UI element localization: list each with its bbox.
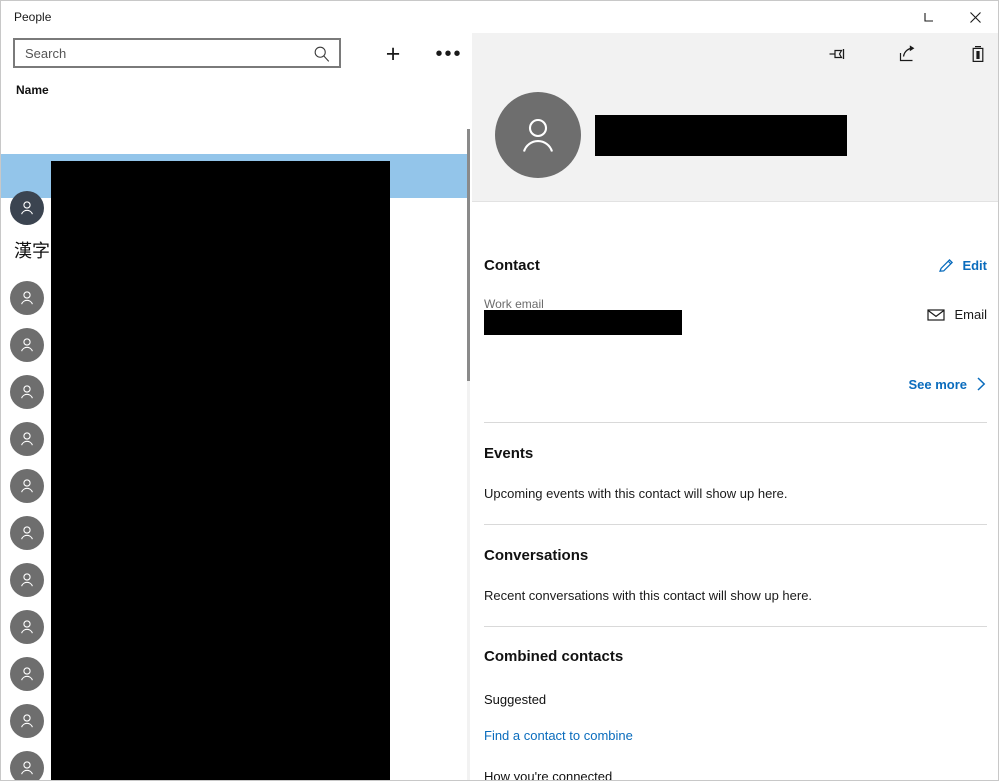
work-email-label: Work email	[484, 297, 544, 311]
section-title-contact: Contact	[484, 257, 540, 274]
person-icon	[21, 667, 33, 681]
avatar	[10, 328, 44, 362]
search-icon	[314, 46, 330, 62]
redaction-overlay-contact-name	[595, 115, 847, 156]
detail-body: Contact Edit Work email Email See more E…	[472, 202, 998, 781]
avatar	[10, 751, 44, 780]
ellipsis-icon: •••	[435, 43, 463, 65]
group-header-kanji[interactable]: 漢字	[14, 241, 50, 263]
see-more-button[interactable]: See more	[908, 376, 987, 392]
delete-button[interactable]	[963, 39, 993, 69]
contacts-scrollbar-thumb[interactable]	[467, 129, 470, 381]
person-icon	[522, 118, 554, 152]
search-input[interactable]	[15, 41, 305, 65]
close-icon	[969, 11, 981, 23]
minimize-icon	[923, 12, 933, 22]
avatar	[10, 704, 44, 738]
avatar	[10, 281, 44, 315]
avatar	[10, 516, 44, 550]
section-title-combined-contacts: Combined contacts	[484, 648, 624, 665]
person-icon	[21, 479, 33, 493]
email-action-label: Email	[954, 307, 987, 322]
detail-header	[472, 33, 998, 202]
suggested-label: Suggested	[484, 692, 547, 707]
divider	[484, 422, 987, 423]
person-icon	[21, 714, 33, 728]
caption-button-group	[906, 1, 998, 33]
person-icon	[21, 526, 33, 540]
contact-avatar-large	[495, 92, 581, 178]
envelope-icon	[927, 308, 946, 321]
person-icon	[21, 761, 33, 775]
person-icon	[21, 201, 33, 215]
avatar	[10, 657, 44, 691]
list-toolbar: + •••	[1, 33, 471, 73]
trash-icon	[972, 46, 984, 63]
avatar	[10, 422, 44, 456]
more-options-button[interactable]: •••	[429, 41, 469, 67]
detail-toolbar	[823, 39, 993, 69]
avatar	[10, 563, 44, 597]
divider	[484, 524, 987, 525]
how-connected-title: How you're connected	[484, 769, 613, 781]
person-icon	[21, 291, 33, 305]
share-button[interactable]	[893, 39, 923, 69]
person-icon	[21, 385, 33, 399]
chevron-right-icon	[977, 377, 986, 391]
section-title-conversations: Conversations	[484, 547, 589, 564]
name-column-header: Name	[16, 83, 49, 97]
edit-label: Edit	[962, 258, 987, 273]
person-icon	[21, 432, 33, 446]
edit-contact-button[interactable]: Edit	[938, 257, 987, 274]
contact-detail-pane: Contact Edit Work email Email See more E…	[472, 33, 998, 781]
divider	[484, 626, 987, 627]
minimize-button[interactable]	[906, 1, 952, 33]
plus-icon: +	[385, 39, 401, 68]
pin-icon	[829, 49, 845, 59]
window-title: People	[14, 10, 52, 24]
contacts-list-pane: + ••• Name い 漢字	[1, 33, 471, 780]
avatar	[10, 610, 44, 644]
person-icon	[21, 338, 33, 352]
pencil-icon	[939, 258, 954, 272]
pin-button[interactable]	[823, 39, 853, 69]
avatar	[10, 375, 44, 409]
section-title-events: Events	[484, 445, 534, 462]
avatar	[10, 191, 44, 225]
search-box[interactable]	[13, 38, 341, 68]
avatar	[10, 469, 44, 503]
share-icon	[899, 45, 915, 62]
events-empty-text: Upcoming events with this contact will s…	[484, 486, 788, 501]
see-more-label: See more	[908, 376, 967, 392]
title-bar: People	[1, 1, 998, 33]
person-icon	[21, 573, 33, 587]
conversations-empty-text: Recent conversations with this contact w…	[484, 588, 813, 603]
people-app-window: People +	[0, 0, 999, 781]
redaction-overlay-work-email	[484, 310, 682, 335]
find-contact-to-combine-link[interactable]: Find a contact to combine	[484, 728, 633, 744]
email-action-button[interactable]: Email	[927, 307, 987, 322]
redaction-overlay-contact-names	[51, 161, 390, 780]
new-contact-button[interactable]: +	[373, 41, 413, 67]
close-button[interactable]	[952, 1, 998, 33]
person-icon	[21, 620, 33, 634]
